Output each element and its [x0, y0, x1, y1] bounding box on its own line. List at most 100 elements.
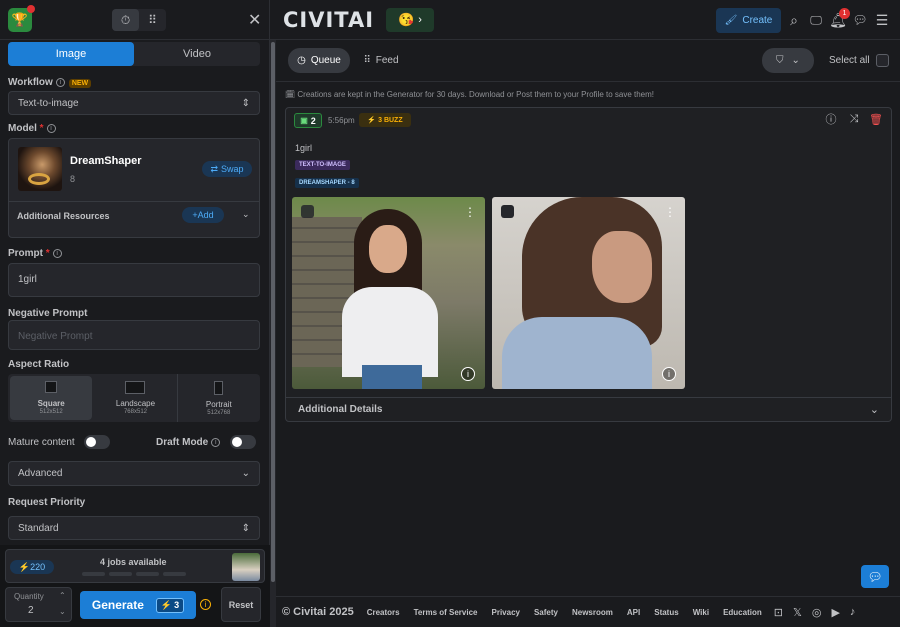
x-icon[interactable]: 𝕏 [793, 606, 802, 619]
draft-mode-text: Draft Mode [156, 437, 209, 448]
footer-link-api[interactable]: API [627, 608, 640, 617]
workflow-tag: TEXT-TO-IMAGE [295, 160, 350, 170]
quantity-stepper[interactable]: Quantity 2 ⌃ ⌄ [5, 587, 72, 622]
feed-tab[interactable]: ⠿ Feed [356, 48, 406, 73]
info-circle-icon[interactable]: ⓘ [824, 112, 838, 126]
footer-link-safety[interactable]: Safety [534, 608, 558, 617]
warning-info-icon[interactable]: i [200, 599, 211, 610]
model-name[interactable]: DreamShaper [70, 155, 142, 167]
aspect-name: Landscape [115, 399, 156, 408]
additional-details-accordion[interactable]: Additional Details ⌄ [286, 398, 891, 421]
footer-link-wiki[interactable]: Wiki [693, 608, 709, 617]
copyright: © Civitai 2025 [282, 606, 354, 618]
select-checkbox[interactable] [301, 205, 314, 218]
panel-header: 🏆 ⏱ ⠿ ✕ [0, 0, 276, 40]
retention-notice: 🗓︎ Creations are kept in the Generator f… [285, 90, 654, 99]
add-resource-button[interactable]: +Add [182, 207, 224, 223]
aspect-square[interactable]: Square 512x512 [10, 376, 93, 420]
prompt-label: Prompt * i [8, 248, 62, 259]
cost-value: 3 [174, 600, 180, 610]
footer-link-education[interactable]: Education [723, 608, 762, 617]
more-vertical-icon[interactable]: ⋮ [464, 205, 476, 219]
info-icon[interactable]: i [55, 77, 65, 87]
discord-icon[interactable]: ⊡ [774, 606, 783, 619]
select-checkbox[interactable] [501, 205, 514, 218]
more-vertical-icon[interactable]: ⋮ [664, 205, 676, 219]
landscape-shape-icon [125, 381, 146, 394]
grid-icon[interactable]: ⠿ [139, 9, 166, 31]
quantity-value[interactable]: 2 [28, 605, 34, 616]
footer-link-privacy[interactable]: Privacy [492, 608, 520, 617]
aspect-ratio-label: Aspect Ratio [8, 359, 70, 370]
swap-button[interactable]: ⇄ Swap [202, 161, 252, 177]
workflow-value: Text-to-image [18, 97, 79, 109]
trash-icon[interactable]: 🗑︎ [869, 112, 883, 126]
info-icon[interactable]: i [52, 248, 62, 258]
advanced-accordion[interactable]: Advanced ⌄ [8, 461, 260, 486]
scroll-thumb[interactable] [271, 42, 275, 582]
filter-button[interactable]: ⛉ ⌄ [762, 48, 814, 73]
queue-slot [109, 572, 132, 576]
reset-button[interactable]: Reset [221, 587, 261, 622]
feedback-chat-button[interactable]: 💬︎ [861, 565, 889, 588]
hamburger-menu-icon[interactable]: ☰ [874, 11, 890, 29]
divider [276, 81, 900, 82]
grid-icon: ⠿ [363, 55, 371, 66]
generate-button[interactable]: Generate ⚡ 3 [80, 591, 196, 619]
brand-text: CIVITAI [283, 8, 375, 32]
image-count: 2 [310, 115, 316, 126]
aspect-ratio-selector: Square 512x512 Landscape 768x512 Portrait 5… [8, 374, 260, 422]
info-icon[interactable]: i [211, 437, 221, 447]
info-icon[interactable]: i [46, 123, 56, 133]
draft-mode-toggle[interactable] [230, 435, 256, 449]
tiktok-icon[interactable]: ♪ [850, 606, 856, 619]
queue-tab[interactable]: ◷ Queue [288, 48, 350, 73]
chevron-down-icon: ⌄ [791, 55, 800, 66]
queue-slot [136, 572, 159, 576]
increment-icon[interactable]: ⌃ [59, 591, 66, 600]
select-all-checkbox[interactable] [876, 54, 889, 67]
image-info-icon[interactable]: i [461, 367, 475, 381]
workflow-label: Workflow i NEW [8, 77, 92, 88]
image-info-icon[interactable]: i [662, 367, 676, 381]
footer-link-creators[interactable]: Creators [367, 608, 400, 617]
shuffle-icon[interactable]: ⤨ [847, 112, 861, 126]
mature-content-toggle[interactable] [84, 435, 110, 449]
generated-image-2[interactable]: ⋮ i [492, 197, 685, 389]
model-thumbnail[interactable] [18, 147, 62, 191]
history-icon[interactable]: ⏱ [112, 9, 139, 31]
generated-image-1[interactable]: ⋮ i [292, 197, 485, 389]
monitor-icon[interactable]: 🖵 [808, 11, 824, 29]
chat-icon[interactable]: 💬︎ [852, 11, 868, 29]
queue-thumbnail[interactable] [232, 553, 260, 581]
generator-logo-icon[interactable]: 🏆 [8, 5, 35, 32]
brand-logo[interactable]: CIVITAI [283, 8, 374, 32]
view-switcher: ⏱ ⠿ [112, 9, 166, 31]
footer-link-newsroom[interactable]: Newsroom [572, 608, 613, 617]
emoji-menu-button[interactable]: 😘 › [386, 8, 434, 32]
face-emoji-icon: 😘 [398, 12, 415, 27]
youtube-icon[interactable]: ▶ [831, 606, 839, 619]
search-icon[interactable]: ⌕ [786, 11, 802, 29]
instagram-icon[interactable]: ◎ [812, 606, 822, 619]
queue-label: Queue [310, 55, 341, 66]
buzz-balance: ⚡ 220 [10, 560, 54, 574]
workflow-select[interactable]: Text-to-image ⇕ [8, 91, 260, 115]
aspect-portrait[interactable]: Portrait 512x768 [178, 374, 260, 422]
chevron-right-icon: › [418, 14, 422, 26]
create-button[interactable]: 🖌 Create [716, 8, 781, 33]
aspect-landscape[interactable]: Landscape 768x512 [94, 374, 178, 422]
footer-link-terms[interactable]: Terms of Service [414, 608, 478, 617]
shirt-shape [342, 287, 438, 377]
prompt-input[interactable]: 1girl [8, 263, 260, 297]
close-icon[interactable]: ✕ [248, 10, 261, 30]
decrement-icon[interactable]: ⌄ [59, 607, 66, 616]
priority-select[interactable]: Standard ⇕ [8, 516, 260, 540]
updown-icon: ⇕ [241, 97, 250, 109]
tab-image[interactable]: Image [8, 42, 134, 66]
chevron-down-icon[interactable]: ⌄ [242, 209, 250, 220]
main-area: CIVITAI 😘 › 🖌 Create ⌕ 🖵 🔔︎ 1 💬︎ ☰ ◷ Queue … [276, 0, 900, 627]
footer-link-status[interactable]: Status [654, 608, 678, 617]
negative-prompt-input[interactable]: Negative Prompt [8, 320, 260, 350]
tab-video[interactable]: Video [134, 42, 260, 66]
